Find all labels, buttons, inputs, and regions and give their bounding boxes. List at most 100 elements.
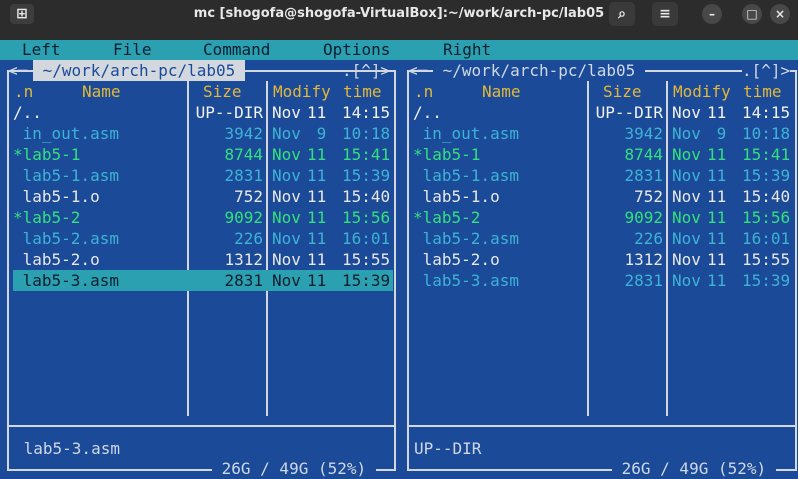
- file-month: Nov: [272, 166, 301, 185]
- file-size: 9092: [224, 208, 263, 227]
- file-row[interactable]: /.. UP--DIR Nov 11 14:15: [13, 102, 393, 123]
- file-row[interactable]: in_out.asm 3942 Nov 9 10:18: [413, 123, 793, 144]
- left-header-time[interactable]: time: [343, 81, 382, 102]
- left-header-sort[interactable]: .n: [14, 81, 33, 102]
- hamburger-menu-icon[interactable]: ≡: [652, 2, 678, 26]
- right-panel-hotlist[interactable]: .[^]>: [742, 60, 791, 81]
- file-name: /..: [13, 103, 42, 122]
- menu-file[interactable]: File: [113, 40, 152, 60]
- left-panel[interactable]: <─ ~/work/arch-pc/lab05 .[^]> .n Name Si…: [0, 60, 400, 479]
- right-status-divider: [407, 425, 795, 427]
- file-row[interactable]: lab5-2.o 1312 Nov 11 15:55: [13, 249, 393, 270]
- file-row[interactable]: in_out.asm 3942 Nov 9 10:18: [13, 123, 393, 144]
- file-row[interactable]: lab5-1.asm 2831 Nov 11 15:39: [413, 165, 793, 186]
- file-time: 15:40: [342, 187, 391, 206]
- file-size: 2831: [224, 166, 263, 185]
- menu-left[interactable]: Left: [22, 40, 61, 60]
- file-name: lab5-2.o: [13, 250, 100, 269]
- menu-command[interactable]: Command: [203, 40, 270, 60]
- file-size: 8744: [624, 145, 663, 164]
- file-size: 226: [634, 229, 663, 248]
- file-time: 15:41: [342, 145, 391, 164]
- file-row[interactable]: lab5-2.asm 226 Nov 11 16:01: [13, 228, 393, 249]
- file-size: 1312: [224, 250, 263, 269]
- file-name: lab5-2.asm: [413, 229, 519, 248]
- file-month: Nov: [272, 271, 301, 290]
- file-name: lab5-2.o: [413, 250, 500, 269]
- file-time: 16:01: [742, 229, 791, 248]
- file-name: lab5-1.o: [413, 187, 500, 206]
- right-panel[interactable]: <─ ~/work/arch-pc/lab05 .[^]> .n Name Si…: [400, 60, 798, 479]
- file-day: 11: [707, 229, 727, 248]
- menu-options[interactable]: Options: [323, 40, 390, 60]
- menu-right[interactable]: Right: [443, 40, 491, 60]
- file-time: 15:39: [742, 271, 791, 290]
- file-day: 11: [307, 208, 327, 227]
- file-name: in_out.asm: [13, 124, 119, 143]
- search-icon[interactable]: ⌕: [609, 2, 635, 26]
- right-header-time[interactable]: time: [743, 81, 782, 102]
- file-name: *lab5-2: [13, 208, 81, 227]
- file-row[interactable]: *lab5-1 8744 Nov 11 15:41: [413, 144, 793, 165]
- file-day: 11: [707, 250, 727, 269]
- file-day: 11: [707, 145, 727, 164]
- file-name: /..: [413, 103, 442, 122]
- minimize-icon[interactable]: –: [702, 4, 722, 24]
- right-panel-corner-left: <─: [408, 61, 428, 80]
- file-time: 15:55: [342, 250, 391, 269]
- file-time: 10:18: [342, 124, 391, 143]
- file-time: 15:41: [742, 145, 791, 164]
- file-row[interactable]: lab5-1.o 752 Nov 11 15:40: [413, 186, 793, 207]
- file-size: 1312: [624, 250, 663, 269]
- file-name: *lab5-2: [413, 208, 481, 227]
- file-day: 11: [307, 103, 327, 122]
- right-disk-usage: 26G / 49G (52%): [612, 458, 776, 479]
- file-row[interactable]: *lab5-2 9092 Nov 11 15:56: [413, 207, 793, 228]
- file-row[interactable]: lab5-1.asm 2831 Nov 11 15:39: [13, 165, 393, 186]
- file-size: 3942: [224, 124, 263, 143]
- file-row[interactable]: lab5-2.o 1312 Nov 11 15:55: [413, 249, 793, 270]
- file-row[interactable]: lab5-3.asm 2831 Nov 11 15:39: [13, 270, 393, 291]
- file-month: Nov: [672, 229, 701, 248]
- window-title: mc [shogofa@shogofa-VirtualBox]:~/work/a…: [193, 6, 605, 21]
- file-month: Nov: [272, 229, 301, 248]
- file-size: UP--DIR: [195, 103, 263, 122]
- file-row[interactable]: *lab5-1 8744 Nov 11 15:41: [13, 144, 393, 165]
- file-day: 11: [307, 187, 327, 206]
- file-month: Nov: [672, 208, 701, 227]
- file-day: 9: [707, 124, 727, 143]
- file-name: *lab5-1: [13, 145, 81, 164]
- right-panel-path[interactable]: ~/work/arch-pc/lab05: [433, 60, 645, 81]
- file-time: 15:39: [742, 166, 791, 185]
- left-header-name[interactable]: Name: [82, 81, 121, 102]
- window-titlebar: ⊞ mc [shogofa@shogofa-VirtualBox]:~/work…: [0, 0, 798, 28]
- file-day: 11: [707, 103, 727, 122]
- file-name: lab5-3.asm: [413, 271, 519, 290]
- right-header-size[interactable]: Size: [603, 81, 642, 102]
- maximize-icon[interactable]: □: [742, 4, 762, 24]
- file-row[interactable]: *lab5-2 9092 Nov 11 15:56: [13, 207, 393, 228]
- left-header-size[interactable]: Size: [203, 81, 242, 102]
- file-row[interactable]: /.. UP--DIR Nov 11 14:15: [413, 102, 793, 123]
- left-panel-hotlist[interactable]: .[^]>: [342, 60, 390, 81]
- left-panel-path[interactable]: ~/work/arch-pc/lab05: [33, 60, 245, 81]
- file-row[interactable]: lab5-3.asm 2831 Nov 11 15:39: [413, 270, 793, 291]
- file-month: Nov: [272, 208, 301, 227]
- file-day: 11: [307, 229, 327, 248]
- file-row[interactable]: lab5-1.o 752 Nov 11 15:40: [13, 186, 393, 207]
- file-day: 11: [707, 208, 727, 227]
- close-icon[interactable]: ×: [770, 4, 790, 24]
- file-size: 9092: [624, 208, 663, 227]
- right-header-sort[interactable]: .n: [414, 81, 433, 102]
- file-day: 11: [707, 271, 727, 290]
- left-header-modify[interactable]: Modify: [273, 81, 331, 102]
- file-month: Nov: [672, 271, 701, 290]
- terminal-top-margin: [0, 28, 798, 40]
- file-name: lab5-2.asm: [13, 229, 119, 248]
- file-time: 14:15: [742, 103, 791, 122]
- right-header-modify[interactable]: Modify: [673, 81, 731, 102]
- file-row[interactable]: lab5-2.asm 226 Nov 11 16:01: [413, 228, 793, 249]
- right-header-name[interactable]: Name: [482, 81, 521, 102]
- file-name: *lab5-1: [413, 145, 481, 164]
- file-time: 15:55: [742, 250, 791, 269]
